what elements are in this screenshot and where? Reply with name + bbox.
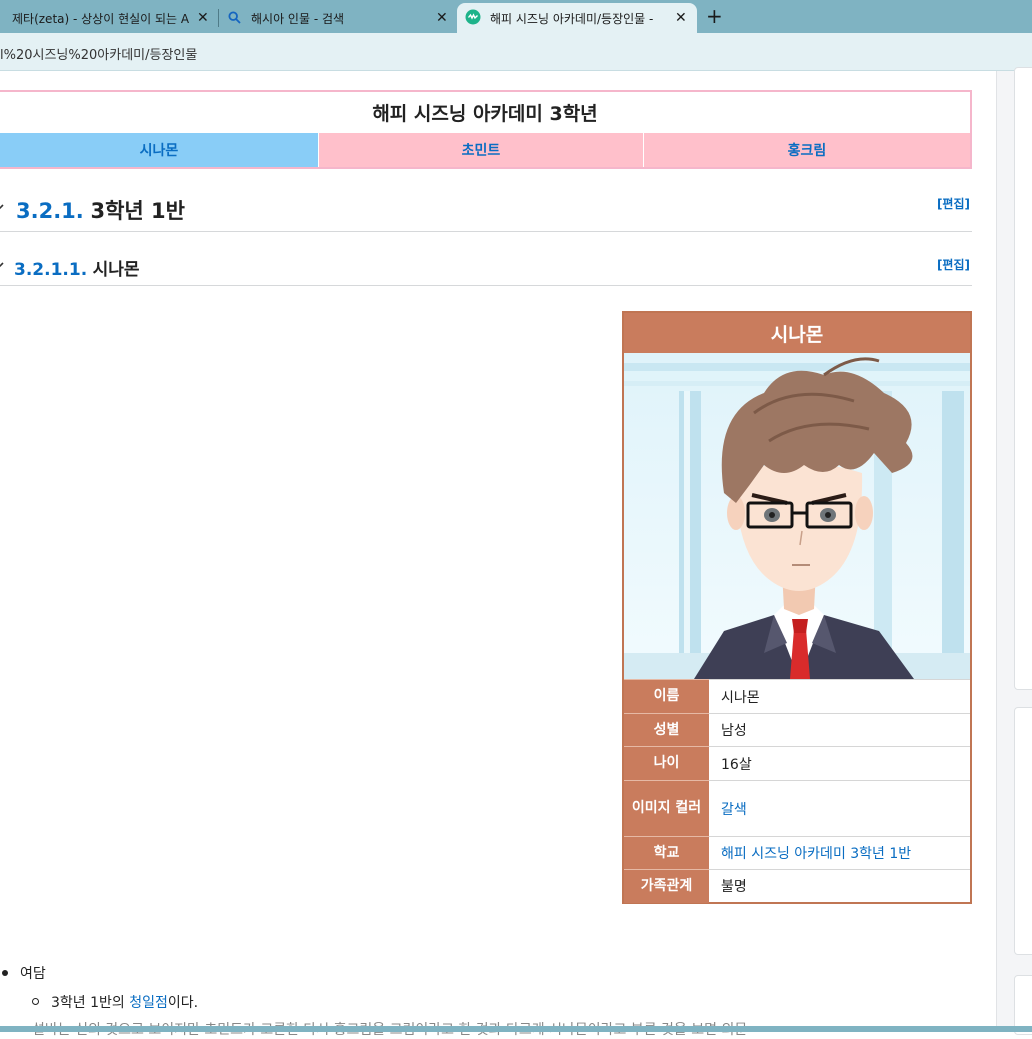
section-title: 시나몬	[92, 260, 140, 280]
tab-wiki-close-icon[interactable]: ✕	[675, 10, 687, 26]
infobox-row: 이름 시나몬	[624, 679, 970, 714]
right-side-panel	[996, 67, 1032, 1035]
link-cheongiljeom[interactable]: 청일점	[129, 995, 168, 1011]
bottom-strip	[0, 1026, 1032, 1032]
section-number[interactable]: 3.2.1.	[16, 199, 84, 223]
infobox-key: 학교	[624, 836, 709, 870]
tab-wiki-title: 해피 시즈닝 아카데미/등장인물 -	[490, 11, 654, 26]
tab-search-title: 해시아 인물 - 검색	[251, 11, 345, 26]
address-bar[interactable]: l%20시즈닝%20아카데미/등장인물	[0, 33, 1032, 71]
infobox-row: 학교 해피 시즈닝 아카데미 3학년 1반	[624, 836, 970, 870]
browser-tab-bar: 제타(zeta) - 상상이 현실이 되는 AI ✕ 해시아 인물 - 검색 ✕…	[0, 0, 1032, 33]
section-heading-cinnamon: 3.2.1.1. 시나몬 [편집]	[0, 247, 972, 286]
infobox-row: 나이 16살	[624, 746, 970, 781]
list-item-text: 3학년 1반의 청일점이다.	[51, 992, 198, 1012]
side-card	[1014, 67, 1032, 690]
navbox-title: 해피 시즈닝 아카데미 3학년	[372, 103, 598, 125]
character-infobox: 시나몬 이름 시나몬 성별 남성 나이 16살 이미지 컬러 갈색 학교 해피 …	[622, 311, 972, 904]
infobox-value: 시나몬	[709, 679, 970, 714]
tab-search[interactable]: 해시아 인물 - 검색 ✕	[219, 3, 457, 33]
infobox-key: 성별	[624, 713, 709, 747]
tab-zeta-close-icon[interactable]: ✕	[197, 10, 209, 26]
infobox-table: 이름 시나몬 성별 남성 나이 16살 이미지 컬러 갈색 학교 해피 시즈닝 …	[624, 679, 970, 903]
infobox-key: 이미지 컬러	[624, 780, 709, 837]
wiki-icon	[465, 9, 481, 28]
section-number[interactable]: 3.2.1.1.	[14, 260, 87, 280]
search-icon	[228, 11, 241, 27]
list-item-text: 여담	[20, 966, 46, 982]
section-title: 3학년 1반	[90, 199, 185, 223]
infobox-key: 이름	[624, 679, 709, 714]
collapse-chevron-icon[interactable]	[0, 257, 6, 276]
navbox-item-chomint[interactable]: 초민트	[318, 133, 643, 167]
edit-link[interactable]: [편집]	[937, 195, 970, 212]
wiki-page: 해피 시즈닝 아카데미 3학년 시나몬 초민트 홍크림 3.2.1. 3학년 1…	[0, 67, 1032, 1038]
infobox-row: 성별 남성	[624, 713, 970, 747]
infobox-row: 이미지 컬러 갈색	[624, 780, 970, 837]
section-heading-text: 3.2.1.1. 시나몬	[14, 255, 139, 280]
bullet-circle	[32, 998, 39, 1005]
infobox-value: 불명	[709, 869, 970, 903]
side-card	[1014, 707, 1032, 955]
collapse-chevron-icon[interactable]	[0, 199, 6, 218]
address-url[interactable]: l%20시즈닝%20아카데미/등장인물	[0, 44, 197, 63]
infobox-key: 가족관계	[624, 869, 709, 903]
navbox-item-hongcream[interactable]: 홍크림	[643, 133, 970, 167]
list-text-suffix: 이다.	[167, 995, 199, 1011]
infobox-key: 나이	[624, 746, 709, 781]
infobox-value-link[interactable]: 갈색	[709, 780, 970, 837]
infobox-value: 남성	[709, 713, 970, 747]
tab-search-close-icon[interactable]: ✕	[436, 10, 448, 26]
infobox-title: 시나몬	[624, 313, 970, 353]
infobox-value: 16살	[709, 746, 970, 781]
bullet-dot	[2, 970, 8, 976]
navbox-item-cinnamon[interactable]: 시나몬	[0, 133, 318, 167]
character-portrait-image	[624, 353, 970, 679]
new-tab-button[interactable]: +	[706, 4, 723, 28]
tab-zeta[interactable]: 제타(zeta) - 상상이 현실이 되는 AI ✕	[0, 3, 218, 33]
navbox: 해피 시즈닝 아카데미 3학년 시나몬 초민트 홍크림	[0, 90, 972, 169]
infobox-row: 가족관계 불명	[624, 869, 970, 903]
section-heading-text: 3.2.1. 3학년 1반	[16, 195, 185, 225]
tab-wiki-active[interactable]: 해피 시즈닝 아카데미/등장인물 - ✕	[457, 3, 697, 33]
tab-zeta-title: 제타(zeta) - 상상이 현실이 되는 AI	[12, 11, 190, 26]
section-heading-class1: 3.2.1. 3학년 1반 [편집]	[0, 189, 972, 232]
list-text-prefix: 3학년 1반의	[51, 995, 130, 1011]
edit-link[interactable]: [편집]	[937, 256, 970, 273]
infobox-value-link[interactable]: 해피 시즈닝 아카데미 3학년 1반	[709, 836, 970, 870]
